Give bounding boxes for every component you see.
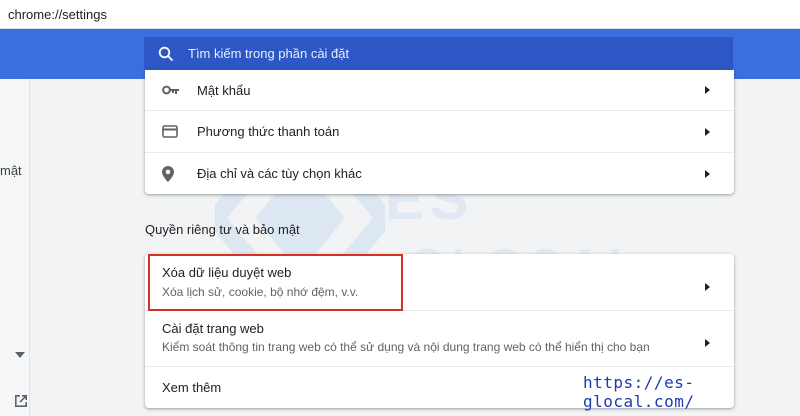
chevron-right-icon	[705, 127, 710, 136]
settings-search[interactable]	[144, 37, 733, 70]
caret-down-icon[interactable]	[15, 345, 25, 363]
open-in-new-icon[interactable]	[13, 393, 29, 414]
section-title-privacy: Quyền riêng tư và bảo mật	[145, 222, 300, 237]
autofill-row-passwords[interactable]: Mật khẩu	[145, 70, 734, 110]
left-sidebar	[0, 79, 30, 416]
search-input[interactable]	[188, 46, 708, 61]
watermark-url: https://es-glocal.com/	[583, 373, 695, 411]
key-icon	[162, 85, 180, 95]
sidebar-item-partial-label[interactable]: mật	[0, 163, 22, 178]
autofill-card: Mật khẩu Phương thức thanh toán Địa chỉ …	[145, 70, 734, 194]
chevron-right-icon	[705, 169, 710, 178]
chevron-right-icon	[705, 334, 710, 352]
highlight-box	[148, 254, 403, 311]
privacy-item-title: Cài đặt trang web	[162, 321, 264, 336]
chevron-right-icon	[705, 86, 710, 94]
location-pin-icon	[162, 165, 174, 182]
search-icon	[144, 46, 188, 62]
autofill-row-addresses[interactable]: Địa chỉ và các tùy chọn khác	[145, 153, 734, 194]
address-bar[interactable]: chrome://settings	[0, 0, 800, 29]
autofill-row-payments[interactable]: Phương thức thanh toán	[145, 111, 734, 152]
privacy-item-subtitle: Kiểm soát thông tin trang web có thể sử …	[162, 340, 650, 354]
chevron-right-icon	[705, 278, 710, 296]
privacy-item-title: Xem thêm	[162, 380, 222, 395]
autofill-item-label: Mật khẩu	[197, 82, 251, 98]
autofill-item-label: Phương thức thanh toán	[197, 124, 340, 139]
credit-card-icon	[162, 125, 178, 138]
privacy-row-site-settings[interactable]: Cài đặt trang web Kiểm soát thông tin tr…	[145, 311, 734, 366]
autofill-item-label: Địa chỉ và các tùy chọn khác	[197, 166, 362, 181]
